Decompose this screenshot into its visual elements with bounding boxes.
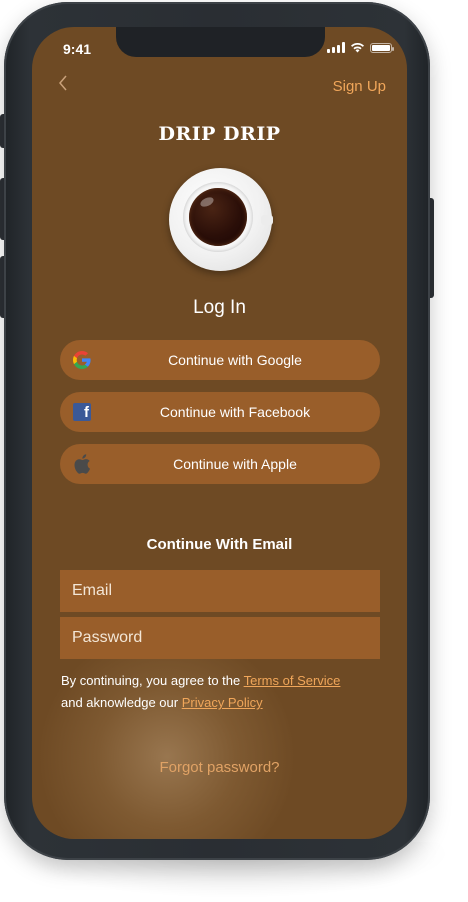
brand-logo-text: DRIP DRIP [158,123,281,145]
legal-notice: By continuing, you agree to the Terms of… [61,670,391,714]
google-icon [72,350,92,370]
wifi-icon [351,43,364,53]
email-field[interactable] [60,570,380,612]
apple-icon [72,454,92,474]
continue-with-facebook-button[interactable]: f Continue with Facebook [60,392,380,432]
status-time: 9:41 [63,41,92,57]
apple-button-label: Continue with Apple [173,456,297,472]
forgot-password-link[interactable]: Forgot password? [32,759,407,776]
legal-middle-text: and aknowledge our [61,695,182,710]
facebook-button-label: Continue with Facebook [159,404,311,420]
screen: 9:41 Sign Up DRIP DRIP Log In Continue w… [32,27,407,839]
login-heading: Log In [193,297,246,318]
continue-with-apple-button[interactable]: Continue with Apple [60,444,380,484]
coffee-liquid [189,188,247,246]
terms-of-service-link[interactable]: Terms of Service [244,673,341,688]
phone-frame: 9:41 Sign Up DRIP DRIP Log In Continue w… [4,2,430,860]
sign-up-link[interactable]: Sign Up [333,78,386,95]
email-section-heading: Continue With Email [146,536,293,553]
status-icons [327,42,394,53]
privacy-policy-link[interactable]: Privacy Policy [182,695,263,710]
back-chevron-icon[interactable] [58,75,76,95]
battery-icon [370,42,394,53]
continue-with-google-button[interactable]: Continue with Google [60,340,380,380]
facebook-icon: f [72,402,92,422]
notch [116,27,325,57]
legal-prefix-text: By continuing, you agree to the [61,673,244,688]
coffee-cup-handle [261,215,273,225]
cellular-signal-icon [327,42,345,53]
password-field[interactable] [60,617,380,659]
google-button-label: Continue with Google [168,352,302,368]
